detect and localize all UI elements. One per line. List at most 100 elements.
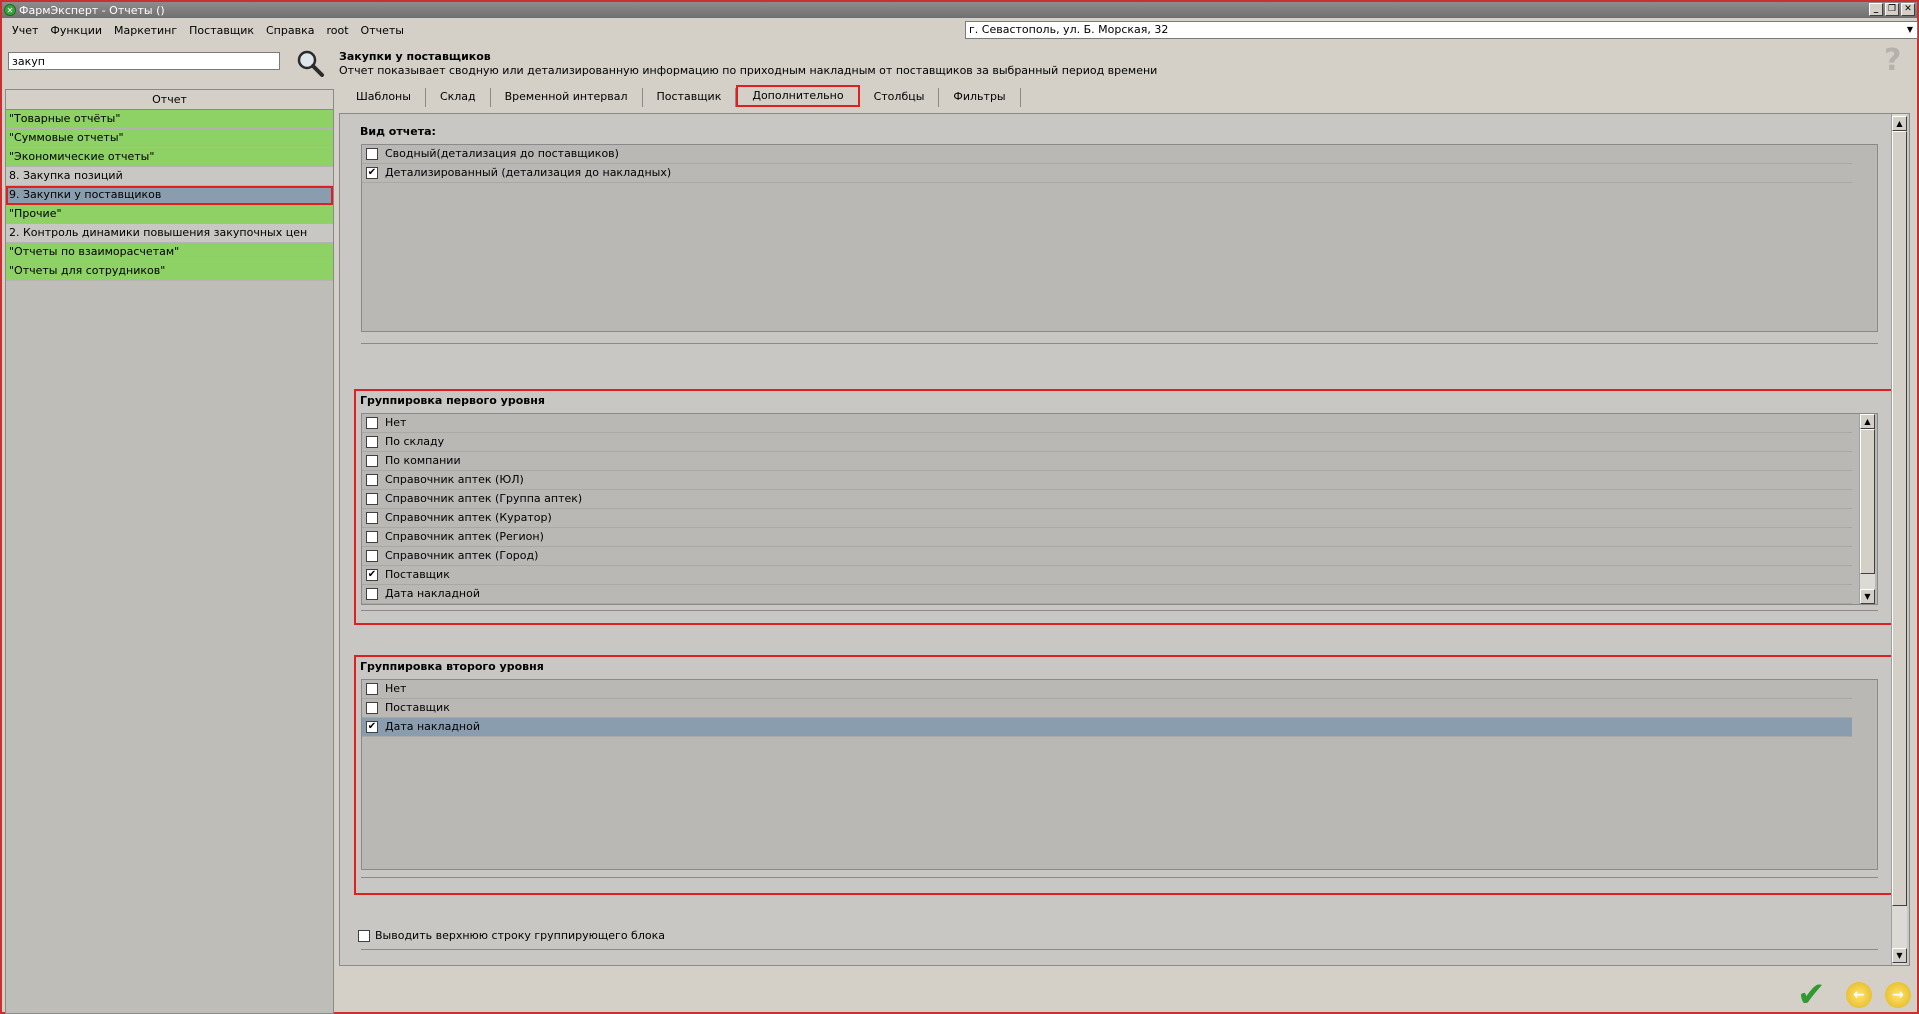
- checkbox[interactable]: [366, 493, 378, 505]
- search-input[interactable]: [8, 52, 280, 70]
- settings-panel: Вид отчета: Сводный(детализация до поста…: [339, 113, 1910, 966]
- option-label: Сводный(детализация до поставщиков): [385, 147, 619, 160]
- checkbox[interactable]: [366, 455, 378, 467]
- checkbox[interactable]: [366, 702, 378, 714]
- list-item[interactable]: По компании: [362, 452, 1852, 471]
- tree-item[interactable]: "Экономические отчеты": [6, 148, 333, 167]
- checkbox[interactable]: [358, 929, 370, 942]
- menu-help[interactable]: Справка: [260, 24, 320, 37]
- scroll-down-icon[interactable]: ▼: [1892, 948, 1907, 963]
- checkmark-icon[interactable]: ✔: [1797, 978, 1826, 1012]
- location-value: г. Севастополь, ул. Б. Морская, 32: [969, 23, 1169, 36]
- list-item[interactable]: Справочник аптек (Группа аптек): [362, 490, 1852, 509]
- list-item[interactable]: По складу: [362, 433, 1852, 452]
- minimize-button[interactable]: _: [1869, 3, 1883, 16]
- scroll-up-icon[interactable]: ▲: [1860, 414, 1875, 429]
- group2-list: Нет Поставщик ✔ Дата накладной: [361, 679, 1878, 870]
- app-logo-icon: ✕: [4, 4, 16, 16]
- tree-item[interactable]: "Прочие": [6, 205, 333, 224]
- menu-functions[interactable]: Функции: [44, 24, 108, 37]
- option-label: Выводить верхнюю строку группирующего бл…: [375, 928, 665, 942]
- scroll-thumb[interactable]: [1892, 131, 1907, 906]
- tree-item[interactable]: "Отчеты для сотрудников": [6, 262, 333, 281]
- header-row-option[interactable]: Выводить верхнюю строку группирующего бл…: [358, 926, 665, 945]
- divider: [361, 877, 1878, 878]
- tab-templates[interactable]: Шаблоны: [342, 88, 426, 107]
- help-icon[interactable]: ?: [1884, 46, 1908, 76]
- checkbox[interactable]: [366, 588, 378, 600]
- checkbox[interactable]: [366, 148, 378, 160]
- menu-uchet[interactable]: Учет: [6, 24, 44, 37]
- list-item[interactable]: Справочник аптек (Город): [362, 547, 1852, 566]
- tab-time-interval[interactable]: Временной интервал: [491, 88, 643, 107]
- option-label: Нет: [385, 416, 407, 429]
- divider: [361, 343, 1878, 344]
- close-button[interactable]: ✕: [1901, 3, 1915, 16]
- menu-supplier[interactable]: Поставщик: [183, 24, 260, 37]
- restore-button[interactable]: ❐: [1885, 3, 1899, 16]
- option-label: Нет: [385, 682, 407, 695]
- group2-label: Группировка второго уровня: [360, 660, 544, 673]
- list-item[interactable]: ✔ Поставщик: [362, 566, 1852, 585]
- scroll-up-icon[interactable]: ▲: [1892, 116, 1907, 131]
- report-description: Отчет показывает сводную или детализиров…: [339, 64, 1158, 77]
- tree-item[interactable]: 2. Контроль динамики повышения закупочны…: [6, 224, 333, 243]
- list-item-selected[interactable]: ✔ Дата накладной: [362, 718, 1852, 737]
- checkbox-checked[interactable]: ✔: [366, 569, 378, 581]
- search-icon[interactable]: [295, 48, 325, 78]
- checkbox-checked[interactable]: ✔: [366, 167, 378, 179]
- option-label: Поставщик: [385, 568, 450, 581]
- option-label: Дата накладной: [385, 587, 481, 600]
- list-item[interactable]: Дата накладной: [362, 585, 1852, 604]
- tree-item[interactable]: "Товарные отчёты": [6, 110, 333, 129]
- checkbox[interactable]: [366, 436, 378, 448]
- chevron-down-icon[interactable]: ▼: [1903, 22, 1917, 38]
- option-label: Справочник аптек (Регион): [385, 530, 544, 543]
- tree-item[interactable]: "Суммовые отчеты": [6, 129, 333, 148]
- tab-additional[interactable]: Дополнительно: [736, 85, 860, 107]
- tree-item[interactable]: 8. Закупка позиций: [6, 167, 333, 186]
- checkbox[interactable]: [366, 531, 378, 543]
- checkbox[interactable]: [366, 550, 378, 562]
- checkbox[interactable]: [366, 474, 378, 486]
- list-item[interactable]: Нет: [362, 414, 1852, 433]
- list-item[interactable]: Справочник аптек (Куратор): [362, 509, 1852, 528]
- list-item[interactable]: ✔ Детализированный (детализация до накла…: [362, 164, 1852, 183]
- checkbox-checked[interactable]: ✔: [366, 721, 378, 733]
- group1-list: Нет По складу По компании Справочник апт…: [361, 413, 1878, 605]
- checkbox[interactable]: [366, 512, 378, 524]
- checkbox[interactable]: [366, 683, 378, 695]
- tab-warehouse[interactable]: Склад: [426, 88, 491, 107]
- arrow-right-icon[interactable]: →: [1885, 982, 1911, 1008]
- list-item[interactable]: Справочник аптек (Регион): [362, 528, 1852, 547]
- title-bar: ✕ ФармЭксперт - Отчеты () _ ❐ ✕: [2, 2, 1917, 18]
- option-label: Справочник аптек (ЮЛ): [385, 473, 524, 486]
- report-type-label: Вид отчета:: [360, 125, 436, 138]
- tab-columns[interactable]: Столбцы: [860, 88, 940, 107]
- tab-filters[interactable]: Фильтры: [939, 88, 1021, 107]
- option-label: Справочник аптек (Куратор): [385, 511, 552, 524]
- checkbox[interactable]: [366, 417, 378, 429]
- list-item[interactable]: Сводный(детализация до поставщиков): [362, 145, 1852, 164]
- option-label: Поставщик: [385, 701, 450, 714]
- panel-scrollbar[interactable]: ▲ ▼: [1891, 114, 1907, 965]
- scroll-down-icon[interactable]: ▼: [1860, 589, 1875, 604]
- group1-scrollbar[interactable]: ▲ ▼: [1859, 414, 1875, 604]
- tree-header: Отчет: [6, 90, 333, 110]
- arrow-left-icon[interactable]: ←: [1846, 982, 1872, 1008]
- window-title: ФармЭксперт - Отчеты (): [19, 3, 165, 17]
- tree-item-selected[interactable]: 9. Закупки у поставщиков: [6, 186, 333, 205]
- report-type-list: Сводный(детализация до поставщиков) ✔ Де…: [361, 144, 1878, 332]
- tree-item[interactable]: "Отчеты по взаиморасчетам": [6, 243, 333, 262]
- scroll-thumb[interactable]: [1860, 429, 1875, 574]
- location-select[interactable]: г. Севастополь, ул. Б. Морская, 32 ▼: [965, 21, 1918, 39]
- menu-root[interactable]: root: [320, 24, 354, 37]
- list-item[interactable]: Нет: [362, 680, 1852, 699]
- list-item[interactable]: Справочник аптек (ЮЛ): [362, 471, 1852, 490]
- menu-bar: Учет Функции Маркетинг Поставщик Справка…: [2, 20, 410, 40]
- menu-marketing[interactable]: Маркетинг: [108, 24, 183, 37]
- list-item[interactable]: Поставщик: [362, 699, 1852, 718]
- tab-supplier[interactable]: Поставщик: [643, 88, 737, 107]
- menu-reports[interactable]: Отчеты: [355, 24, 410, 37]
- option-label: Детализированный (детализация до накладн…: [385, 166, 672, 179]
